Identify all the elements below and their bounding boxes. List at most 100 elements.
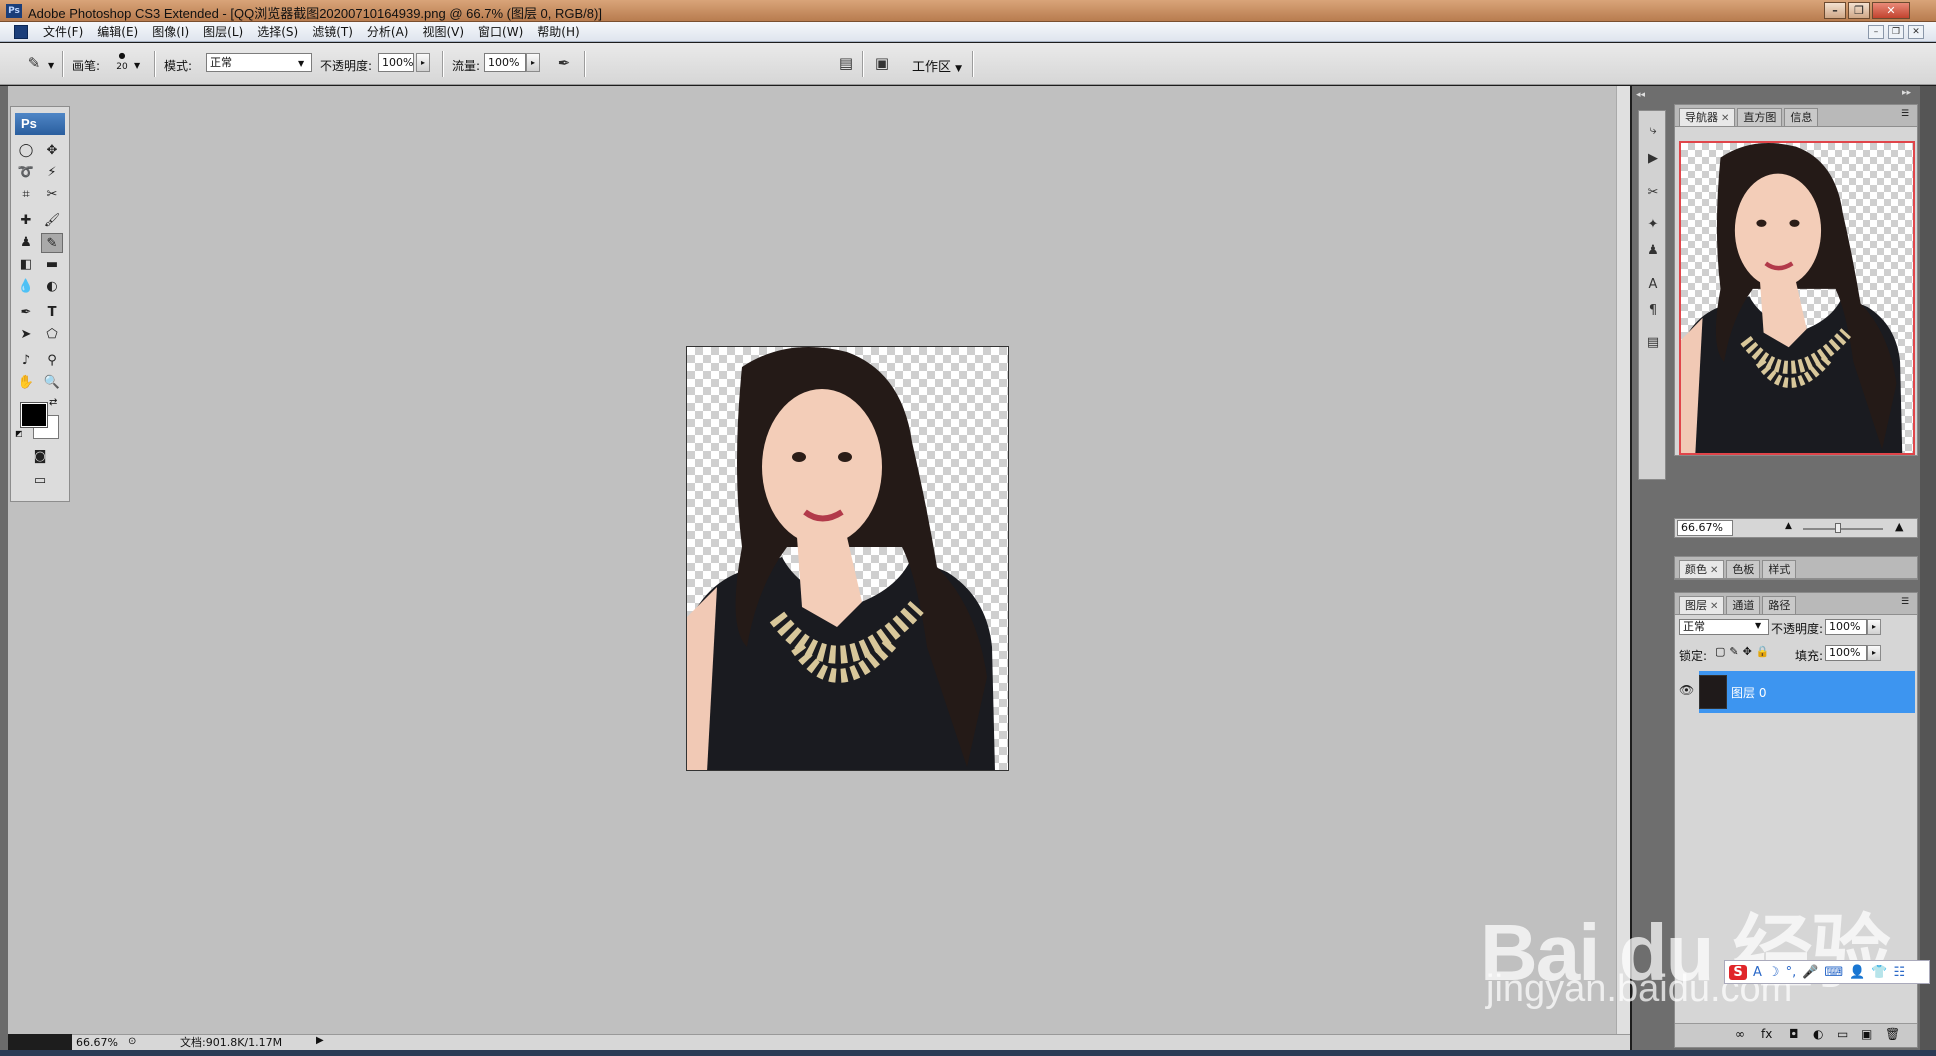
sogou-ime-icon[interactable]: S — [1729, 964, 1747, 980]
history-brush-tool-icon[interactable]: ✎ — [22, 52, 46, 74]
navigator-preview[interactable] — [1679, 141, 1915, 455]
history-panel-icon[interactable]: ⤷ — [1643, 121, 1663, 141]
foreground-color-swatch[interactable] — [20, 402, 48, 428]
doc-close-button[interactable]: ✕ — [1908, 25, 1924, 39]
ime-user-icon[interactable]: 👤 — [1849, 965, 1865, 980]
ime-voice-icon[interactable]: 🎤 — [1802, 965, 1818, 980]
tab-color[interactable]: 颜色 ✕ — [1679, 560, 1725, 578]
zoom-in-icon[interactable]: ▲ — [1895, 520, 1903, 533]
new-layer-icon[interactable]: ▣ — [1861, 1027, 1872, 1041]
marquee-tool-icon[interactable]: ◯ — [15, 141, 37, 161]
opacity-field[interactable]: 100% — [378, 53, 414, 72]
flow-slider-button[interactable]: ▸ — [526, 53, 540, 72]
status-menu-arrow-icon[interactable]: ▶ — [316, 1035, 324, 1046]
close-icon[interactable]: ✕ — [1710, 601, 1718, 612]
menu-analysis[interactable]: 分析(A) — [360, 24, 416, 40]
menu-help[interactable]: 帮助(H) — [530, 24, 586, 40]
navigator-zoom-field[interactable]: 66.67% — [1677, 520, 1733, 536]
delete-layer-icon[interactable]: 🗑 — [1885, 1027, 1900, 1041]
status-zoom[interactable]: 66.67% — [76, 1035, 126, 1050]
menu-view[interactable]: 视图(V) — [415, 24, 471, 40]
panel-menu-icon[interactable]: ☰ — [1901, 597, 1909, 607]
type-tool-icon[interactable]: T — [41, 303, 63, 323]
tab-styles[interactable]: 样式 — [1762, 560, 1797, 578]
menu-file[interactable]: 文件(F) — [36, 24, 90, 40]
screen-mode-icon[interactable]: ▭ — [29, 471, 51, 491]
layer-row[interactable]: 👁 图层 0 — [1679, 671, 1915, 713]
menu-select[interactable]: 选择(S) — [250, 24, 305, 40]
eraser-tool-icon[interactable]: ◧ — [15, 255, 37, 275]
history-brush-tool-icon[interactable]: ✎ — [41, 233, 63, 253]
tab-swatches[interactable]: 色板 — [1726, 560, 1761, 578]
tab-channels[interactable]: 通道 — [1726, 596, 1761, 614]
doc-minimize-button[interactable]: – — [1868, 25, 1884, 39]
eyedropper-tool-icon[interactable]: ⚲ — [41, 351, 63, 371]
paragraph-panel-icon[interactable]: ¶ — [1643, 301, 1663, 321]
tool-preset-chevron-down-icon[interactable]: ▼ — [48, 61, 54, 70]
zoom-out-icon[interactable]: ▲ — [1785, 521, 1792, 531]
doc-restore-button[interactable]: ❐ — [1888, 25, 1904, 39]
link-layers-icon[interactable]: ∞ — [1735, 1027, 1745, 1041]
ime-halfwidth-icon[interactable]: ☽ — [1768, 965, 1780, 980]
ime-toolbar[interactable]: S A ☽ °, 🎤 ⌨ 👤 👕 ☷ — [1724, 960, 1930, 984]
tab-navigator[interactable]: 导航器 ✕ — [1679, 108, 1736, 126]
clone-stamp-tool-icon[interactable]: ♟ — [15, 233, 37, 253]
airbrush-icon[interactable]: ✒ — [552, 52, 576, 74]
magic-wand-tool-icon[interactable]: ⚡ — [41, 163, 63, 183]
document-canvas[interactable] — [686, 346, 1009, 771]
path-selection-tool-icon[interactable]: ➤ — [15, 325, 37, 345]
minimize-window-button[interactable]: – — [1824, 2, 1846, 19]
new-group-icon[interactable]: ▭ — [1837, 1027, 1848, 1041]
document-icon[interactable] — [14, 25, 28, 39]
expand-dock-icon[interactable]: ▸▸ — [1902, 88, 1911, 98]
ime-keyboard-icon[interactable]: ⌨ — [1824, 965, 1843, 980]
tab-info[interactable]: 信息 — [1784, 108, 1819, 126]
brush-chevron-down-icon[interactable]: ▼ — [134, 61, 140, 70]
character-panel-icon[interactable]: A — [1643, 275, 1663, 295]
shape-tool-icon[interactable]: ⬠ — [41, 325, 63, 345]
ime-menu-icon[interactable]: ☷ — [1894, 965, 1906, 980]
vertical-scrollbar[interactable] — [1616, 86, 1630, 1034]
layer-opacity-field[interactable]: 100% — [1825, 619, 1867, 635]
lasso-tool-icon[interactable]: ➰ — [15, 163, 37, 183]
collapse-dock-icon[interactable]: ◂◂ — [1636, 90, 1645, 100]
close-window-button[interactable]: ✕ — [1872, 2, 1910, 19]
layer-mask-icon[interactable]: ◘ — [1789, 1027, 1799, 1041]
blur-tool-icon[interactable]: 💧 — [15, 277, 37, 297]
fill-field[interactable]: 100% — [1825, 645, 1867, 661]
flow-field[interactable]: 100% — [484, 53, 526, 72]
panel-menu-icon[interactable]: ☰ — [1901, 109, 1909, 119]
tool-presets-icon[interactable]: ✂ — [1643, 183, 1663, 203]
ime-skin-icon[interactable]: 👕 — [1871, 965, 1887, 980]
clone-source-icon[interactable]: ♟ — [1643, 241, 1663, 261]
mode-select[interactable]: 正常 — [206, 53, 312, 72]
tab-histogram[interactable]: 直方图 — [1737, 108, 1783, 126]
zoom-slider[interactable] — [1803, 528, 1883, 530]
workspace-menu[interactable]: 工作区 ▼ — [912, 56, 962, 75]
ime-english-icon[interactable]: A — [1753, 965, 1762, 980]
tab-layers[interactable]: 图层 ✕ — [1679, 596, 1725, 614]
actions-panel-icon[interactable]: ▶ — [1643, 149, 1663, 169]
pen-tool-icon[interactable]: ✒ — [15, 303, 37, 323]
menu-filter[interactable]: 滤镜(T) — [305, 24, 360, 40]
zoom-tool-icon[interactable]: 🔍 — [41, 373, 63, 393]
close-icon[interactable]: ✕ — [1721, 113, 1729, 124]
zoom-slider-thumb[interactable] — [1835, 523, 1841, 533]
ime-punctuation-icon[interactable]: °, — [1786, 965, 1797, 980]
fill-slider-button[interactable]: ▸ — [1867, 645, 1881, 661]
status-info-icon[interactable]: ⊙ — [128, 1036, 136, 1047]
layer-name[interactable]: 图层 0 — [1731, 684, 1766, 701]
adjustment-layer-icon[interactable]: ◐ — [1813, 1027, 1823, 1041]
opacity-slider-button[interactable]: ▸ — [416, 53, 430, 72]
brush-picker[interactable]: ● 20 — [112, 51, 132, 79]
menu-layer[interactable]: 图层(L) — [196, 24, 250, 40]
layer-comps-icon[interactable]: ▤ — [1643, 333, 1663, 353]
palette-well-icon[interactable]: ▤ — [834, 52, 858, 74]
swap-colors-icon[interactable]: ⇄ — [49, 397, 57, 408]
menu-image[interactable]: 图像(I) — [145, 24, 196, 40]
bridge-icon[interactable]: ▣ — [870, 52, 894, 74]
gradient-tool-icon[interactable]: ▬ — [41, 255, 63, 275]
menu-edit[interactable]: 编辑(E) — [90, 24, 145, 40]
notes-tool-icon[interactable]: ♪ — [15, 351, 37, 371]
close-icon[interactable]: ✕ — [1710, 565, 1718, 576]
